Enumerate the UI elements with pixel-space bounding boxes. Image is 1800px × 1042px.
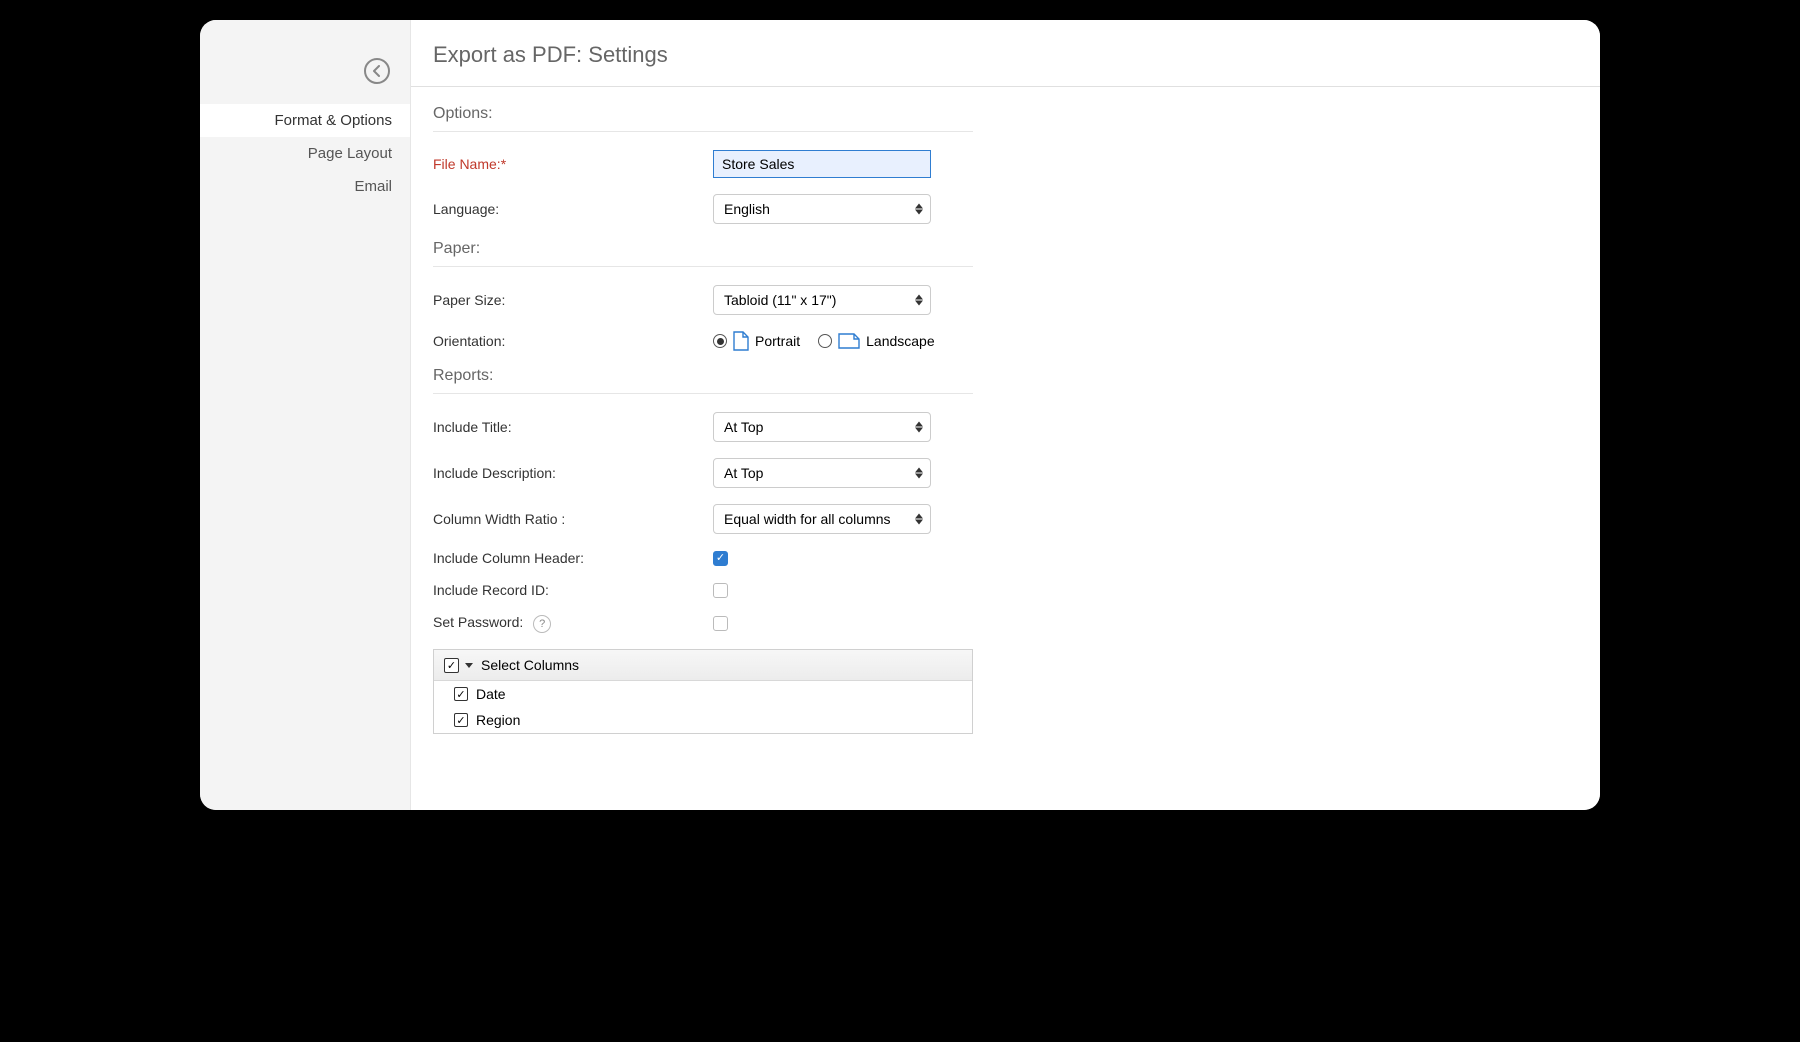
row-include-title: Include Title: At Top [433, 412, 1578, 442]
column-label: Region [476, 712, 520, 728]
sidebar-item-format-options[interactable]: Format & Options [200, 104, 410, 137]
sidebar-item-label: Email [354, 178, 392, 195]
radio-label: Portrait [755, 333, 800, 349]
sidebar-item-label: Format & Options [274, 112, 392, 129]
include-description-select[interactable]: At Top [713, 458, 931, 488]
paper-size-select[interactable]: Tabloid (11" x 17") [713, 285, 931, 315]
row-include-description: Include Description: At Top [433, 458, 1578, 488]
orientation-landscape-radio[interactable]: Landscape [818, 333, 935, 349]
required-asterisk: * [501, 156, 506, 172]
language-select-wrap: English [713, 194, 931, 224]
page-title: Export as PDF: Settings [411, 20, 1600, 87]
column-item[interactable]: Date [434, 681, 972, 707]
select-columns-label: Select Columns [481, 657, 579, 673]
column-checkbox[interactable] [454, 713, 468, 727]
help-icon[interactable]: ? [533, 615, 551, 633]
row-include-record-id: Include Record ID: [433, 582, 1578, 598]
row-column-width-ratio: Column Width Ratio : Equal width for all… [433, 504, 1578, 534]
row-include-column-header: Include Column Header: [433, 550, 1578, 566]
radio-icon [713, 334, 727, 348]
file-name-input[interactable] [713, 150, 931, 178]
sidebar-item-label: Page Layout [308, 145, 392, 162]
label-paper-size: Paper Size: [433, 292, 713, 308]
label-orientation: Orientation: [433, 333, 713, 349]
chevron-left-icon [372, 65, 382, 77]
column-width-select-wrap: Equal width for all columns [713, 504, 931, 534]
page-landscape-icon [838, 333, 860, 349]
section-paper-title: Paper: [433, 240, 973, 267]
select-all-columns-checkbox[interactable] [444, 658, 459, 673]
radio-label: Landscape [866, 333, 935, 349]
sidebar-item-email[interactable]: Email [200, 170, 410, 203]
label-column-width-ratio: Column Width Ratio : [433, 511, 713, 527]
include-title-select[interactable]: At Top [713, 412, 931, 442]
select-columns-box: Select Columns Date Region [433, 649, 973, 734]
section-options-title: Options: [433, 105, 973, 132]
label-include-title: Include Title: [433, 419, 713, 435]
column-width-select[interactable]: Equal width for all columns [713, 504, 931, 534]
chevron-down-icon [465, 663, 473, 668]
column-item[interactable]: Region [434, 707, 972, 733]
select-columns-header[interactable]: Select Columns [434, 650, 972, 681]
label-include-column-header: Include Column Header: [433, 550, 713, 566]
back-button-wrap [200, 58, 410, 84]
include-description-select-wrap: At Top [713, 458, 931, 488]
include-column-header-checkbox[interactable] [713, 551, 728, 566]
column-label: Date [476, 686, 506, 702]
row-paper-size: Paper Size: Tabloid (11" x 17") [433, 285, 1578, 315]
row-orientation: Orientation: Portrait Land [433, 331, 1578, 351]
label-include-record-id: Include Record ID: [433, 582, 713, 598]
section-reports-title: Reports: [433, 367, 973, 394]
include-title-select-wrap: At Top [713, 412, 931, 442]
orientation-radio-group: Portrait Landscape [713, 331, 935, 351]
label-file-name: File Name:* [433, 156, 713, 172]
sidebar: Format & Options Page Layout Email [200, 20, 410, 810]
sidebar-item-page-layout[interactable]: Page Layout [200, 137, 410, 170]
content-area: Options: File Name:* Language: English P… [411, 87, 1600, 810]
label-set-password: Set Password: ? [433, 614, 713, 633]
main-panel: Export as PDF: Settings Options: File Na… [410, 20, 1600, 810]
row-set-password: Set Password: ? [433, 614, 1578, 633]
export-settings-window: Format & Options Page Layout Email Expor… [200, 20, 1600, 810]
back-button[interactable] [364, 58, 390, 84]
radio-icon [818, 334, 832, 348]
include-record-id-checkbox[interactable] [713, 583, 728, 598]
row-file-name: File Name:* [433, 150, 1578, 178]
row-language: Language: English [433, 194, 1578, 224]
label-include-description: Include Description: [433, 465, 713, 481]
column-checkbox[interactable] [454, 687, 468, 701]
label-language: Language: [433, 201, 713, 217]
language-select[interactable]: English [713, 194, 931, 224]
paper-size-select-wrap: Tabloid (11" x 17") [713, 285, 931, 315]
set-password-checkbox[interactable] [713, 616, 728, 631]
page-portrait-icon [733, 331, 749, 351]
orientation-portrait-radio[interactable]: Portrait [713, 331, 800, 351]
